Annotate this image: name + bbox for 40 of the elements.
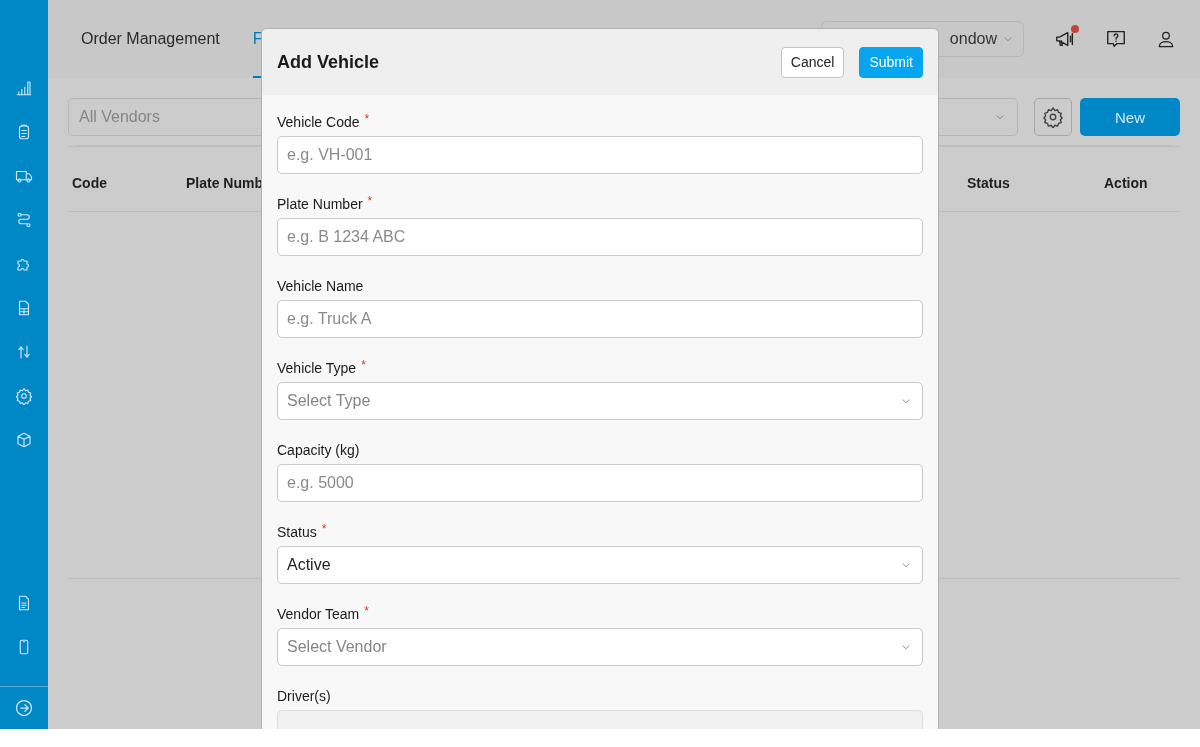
field-label: Vendor Team [277, 606, 360, 622]
required-mark: * [364, 603, 369, 619]
user-icon[interactable] [1156, 29, 1176, 49]
input-field[interactable]: e.g. VH-001 [277, 136, 923, 174]
select-field[interactable]: Active [277, 546, 923, 584]
field-label: Status [277, 524, 317, 540]
notification-dot [1071, 25, 1079, 33]
arrow-circle-icon[interactable] [14, 698, 34, 718]
required-mark: * [367, 193, 373, 209]
route-icon[interactable] [15, 211, 33, 229]
field-label: Driver(s) [277, 688, 331, 704]
column-header: Plate Numb [186, 175, 264, 191]
submit-button[interactable]: Submit [859, 46, 923, 78]
field-label: Vehicle Code [277, 114, 360, 130]
column-header: Action [1104, 175, 1148, 191]
input-field[interactable]: e.g. 5000 [277, 464, 923, 502]
column-header: Status [967, 175, 1011, 191]
input-field[interactable]: e.g. Truck A [277, 300, 923, 338]
select-field[interactable]: Select Type [277, 382, 923, 420]
help-icon[interactable] [1105, 28, 1127, 50]
cancel-button[interactable]: Cancel [780, 46, 845, 78]
select-field[interactable]: Select Vendor [277, 628, 923, 666]
gear-icon [1042, 106, 1064, 128]
input-field[interactable]: e.g. B 1234 ABC [277, 218, 923, 256]
field-label: Vehicle Type [277, 360, 357, 376]
chart-icon[interactable] [15, 79, 33, 97]
field-label: Vehicle Name [277, 278, 364, 294]
field-label: Plate Number [277, 196, 363, 212]
field-label: Capacity (kg) [277, 442, 360, 458]
required-mark: * [321, 521, 327, 537]
box-icon[interactable] [15, 431, 33, 449]
dialog-title: Add Vehicle [277, 51, 380, 73]
nav-tab[interactable]: Order Management [81, 0, 220, 78]
settings-button[interactable] [1034, 98, 1072, 136]
new-button[interactable]: New [1080, 98, 1180, 136]
arrows-icon[interactable] [15, 343, 33, 361]
gear-icon[interactable] [15, 387, 33, 405]
column-header: Code [72, 175, 108, 191]
required-mark: * [361, 357, 366, 373]
required-mark: * [364, 111, 370, 127]
